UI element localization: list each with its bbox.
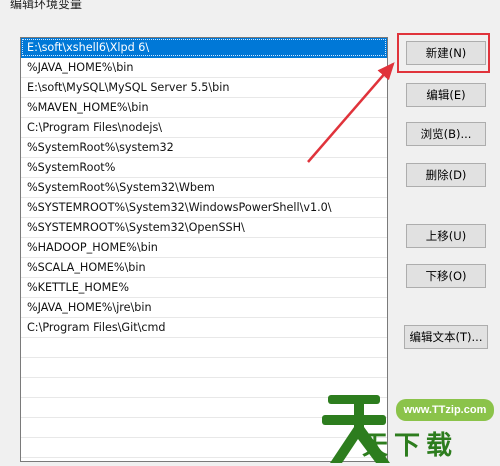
list-item[interactable] bbox=[21, 358, 387, 378]
path-list[interactable]: E:\soft\xshell6\Xlpd 6\ %JAVA_HOME%\bin E:… bbox=[20, 37, 388, 462]
watermark-url: www.TTzip.com bbox=[396, 399, 494, 421]
list-item[interactable]: %SystemRoot% bbox=[21, 158, 387, 178]
list-item[interactable]: %JAVA_HOME%\jre\bin bbox=[21, 298, 387, 318]
delete-button[interactable]: 删除(D) bbox=[406, 163, 486, 187]
browse-button[interactable]: 浏览(B)... bbox=[406, 122, 486, 146]
list-item[interactable]: %SYSTEMROOT%\System32\OpenSSH\ bbox=[21, 218, 387, 238]
move-down-button[interactable]: 下移(O) bbox=[406, 264, 486, 288]
edit-button[interactable]: 编辑(E) bbox=[406, 83, 486, 107]
list-item[interactable]: %JAVA_HOME%\bin bbox=[21, 58, 387, 78]
list-item[interactable]: E:\soft\xshell6\Xlpd 6\ bbox=[21, 38, 387, 58]
annotation-highlight-box bbox=[397, 33, 490, 73]
list-item[interactable] bbox=[21, 338, 387, 358]
list-item[interactable]: %SystemRoot%\System32\Wbem bbox=[21, 178, 387, 198]
list-item[interactable]: %KETTLE_HOME% bbox=[21, 278, 387, 298]
dialog-title: 编辑环境变量 bbox=[10, 0, 83, 11]
list-item[interactable]: %SCALA_HOME%\bin bbox=[21, 258, 387, 278]
list-item[interactable]: C:\Program Files\Git\cmd bbox=[21, 318, 387, 338]
list-item[interactable] bbox=[21, 378, 387, 398]
list-item[interactable]: %SYSTEMROOT%\System32\WindowsPowerShell\… bbox=[21, 198, 387, 218]
list-item[interactable] bbox=[21, 418, 387, 438]
edit-text-button[interactable]: 编辑文本(T)... bbox=[404, 325, 488, 349]
list-item[interactable]: %SystemRoot%\system32 bbox=[21, 138, 387, 158]
list-item[interactable]: %MAVEN_HOME%\bin bbox=[21, 98, 387, 118]
list-item[interactable]: C:\Program Files\nodejs\ bbox=[21, 118, 387, 138]
list-item[interactable] bbox=[21, 438, 387, 458]
list-item[interactable] bbox=[21, 398, 387, 418]
edit-env-var-dialog: 编辑环境变量 E:\soft\xshell6\Xlpd 6\ %JAVA_HOME… bbox=[0, 0, 500, 466]
list-item[interactable]: E:\soft\MySQL\MySQL Server 5.5\bin bbox=[21, 78, 387, 98]
list-item[interactable]: %HADOOP_HOME%\bin bbox=[21, 238, 387, 258]
move-up-button[interactable]: 上移(U) bbox=[406, 224, 486, 248]
